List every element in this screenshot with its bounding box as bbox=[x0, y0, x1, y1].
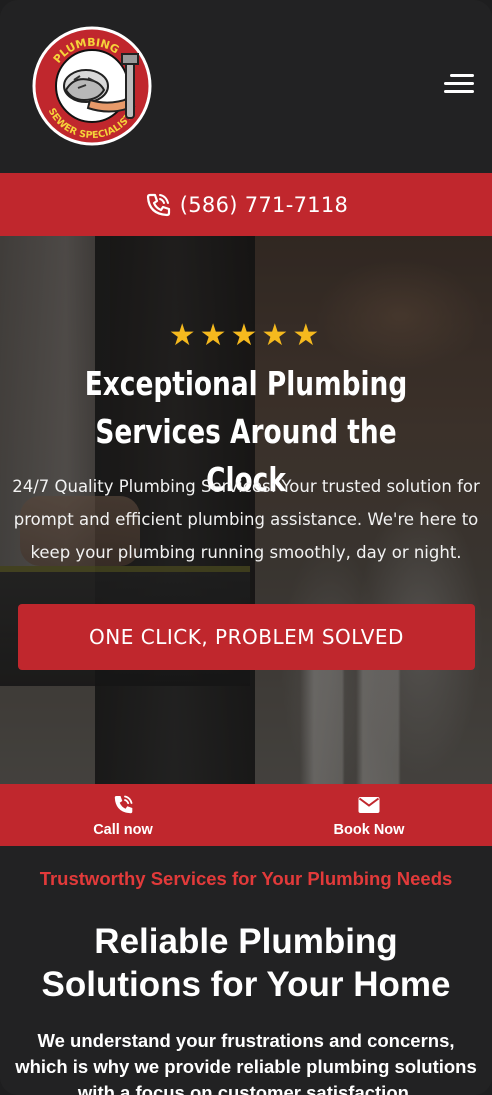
menu-bar-line bbox=[450, 74, 474, 77]
menu-bar-line bbox=[444, 90, 474, 93]
call-now-button[interactable]: Call now bbox=[0, 784, 246, 846]
logo-seal-icon: PLUMBING & SEWER SPECIALISTS bbox=[32, 26, 152, 146]
envelope-icon bbox=[358, 796, 380, 813]
section-description: We understand your frustrations and conc… bbox=[15, 1030, 477, 1095]
call-now-label: Call now bbox=[93, 821, 153, 838]
site-header: PLUMBING & SEWER SPECIALISTS bbox=[0, 0, 492, 173]
phone-icon bbox=[114, 795, 133, 813]
hero-description: 24/7 Quality Plumbing Services: Your tru… bbox=[12, 477, 480, 562]
phone-number[interactable]: (586) 771-7118 bbox=[180, 193, 348, 217]
page: PLUMBING & SEWER SPECIALISTS bbox=[0, 0, 492, 1095]
section-title: Reliable Plumbing Solutions for Your Hom… bbox=[41, 922, 451, 1004]
menu-bar-line bbox=[444, 82, 474, 85]
section-kicker: Trustworthy Services for Your Plumbing N… bbox=[39, 868, 453, 889]
rating-stars: ★★★★★ bbox=[168, 319, 324, 352]
sticky-action-bar: Call now Book Now bbox=[0, 784, 492, 846]
hero-section: ★★★★★ Exceptional Plumbing Services Arou… bbox=[0, 236, 492, 784]
phone-ringing-icon bbox=[146, 193, 170, 216]
hamburger-menu-icon[interactable] bbox=[440, 72, 474, 96]
services-intro-section: Trustworthy Services for Your Plumbing N… bbox=[0, 846, 492, 1095]
book-now-button[interactable]: Book Now bbox=[246, 784, 492, 846]
phone-call-bar[interactable]: (586) 771-7118 bbox=[0, 173, 492, 236]
company-logo[interactable]: PLUMBING & SEWER SPECIALISTS bbox=[30, 24, 154, 148]
problem-solved-button[interactable]: ONE CLICK, PROBLEM SOLVED bbox=[18, 604, 475, 670]
book-now-label: Book Now bbox=[333, 821, 405, 838]
